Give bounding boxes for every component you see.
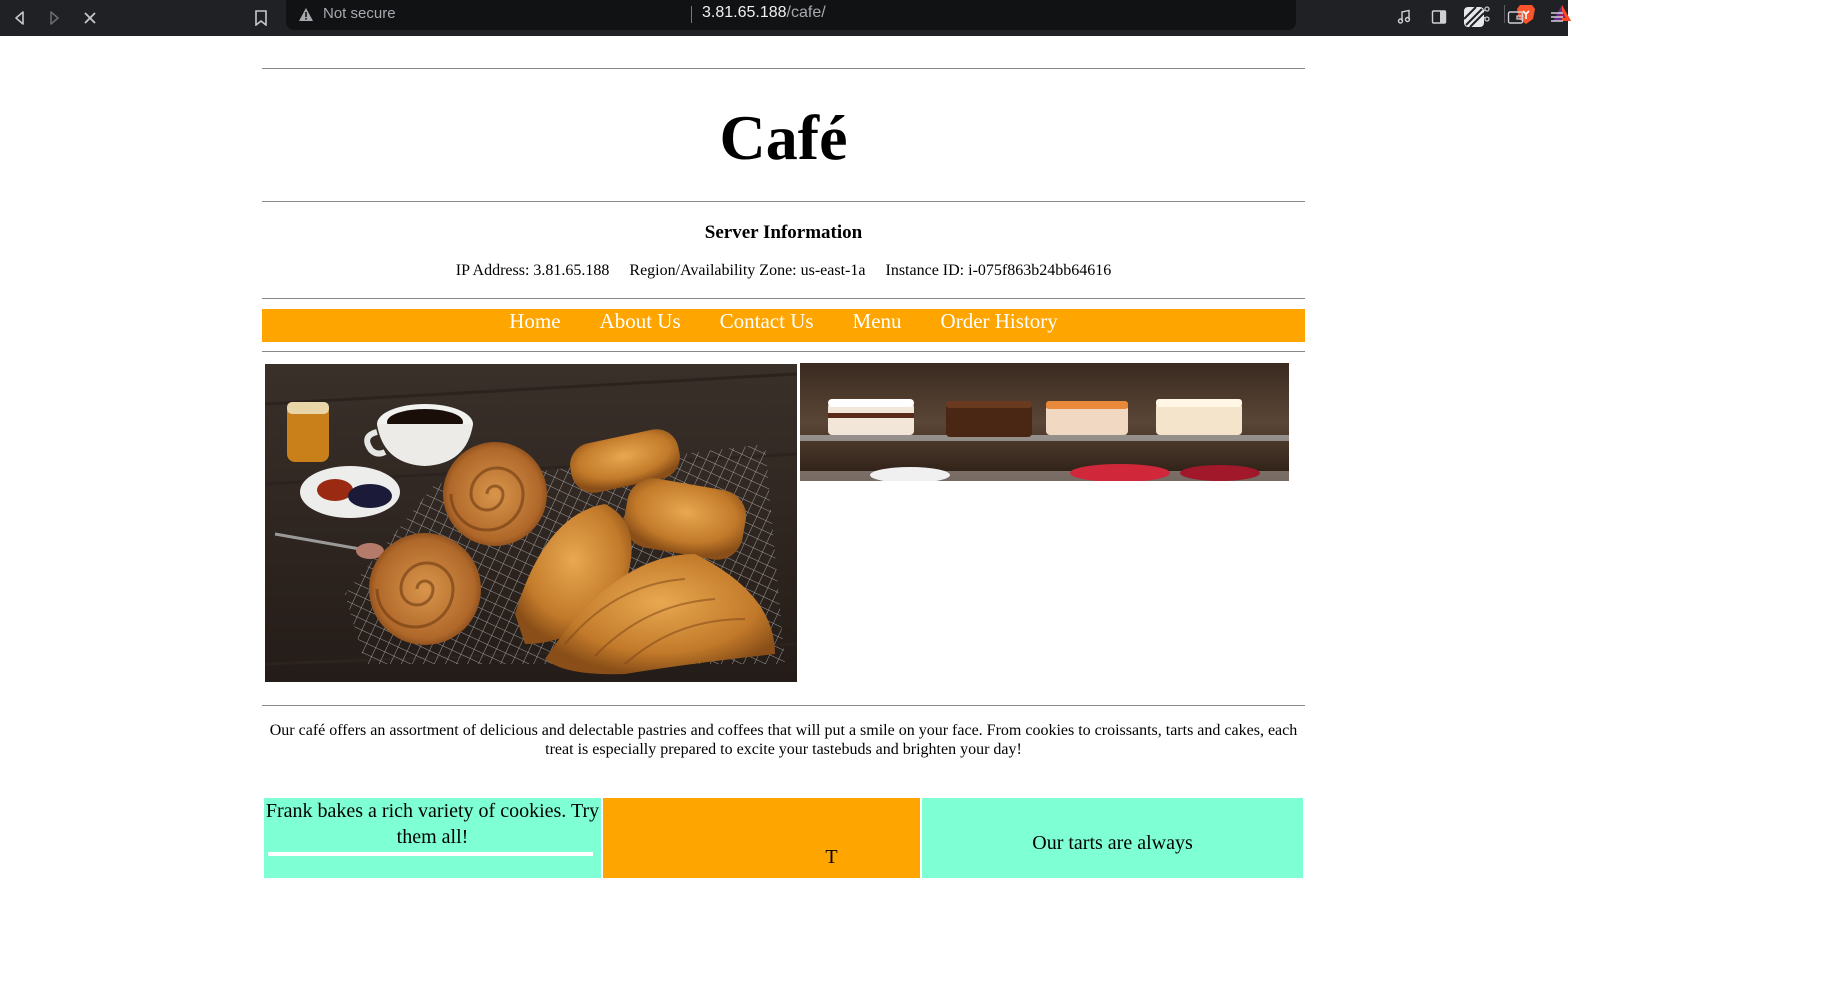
title-divider [262,201,1305,202]
bookmark-icon[interactable] [247,4,275,32]
wallet-icon[interactable] [1502,4,1528,30]
address-bar[interactable]: Not secure 3.81.65.188/cafe/ [286,0,1571,30]
nav-menu[interactable]: Menu [853,309,902,333]
back-icon[interactable] [6,4,34,32]
server-info-heading: Server Information [704,222,863,243]
pastries-coffee-image [265,364,797,682]
feature-cookies-text: Frank bakes a rich variety of cookies. T… [265,800,600,848]
nav-order-history[interactable]: Order History [941,309,1058,333]
feature-middle: T [603,798,920,878]
url-path: /cafe/ [786,4,826,21]
forward-icon[interactable] [40,4,68,32]
cookies-image-placeholder [268,852,593,856]
server-info-details: IP Address: 3.81.65.188 Region/Availabil… [455,262,1112,279]
nav-bottom-divider [262,351,1305,352]
media-icon[interactable] [1391,4,1417,30]
cake-display-image [800,363,1289,481]
address-divider [691,6,692,23]
extension-icon[interactable] [1461,4,1487,30]
security-label[interactable]: Not secure [323,5,396,22]
page-title: Café [719,102,848,173]
nav-contact-us[interactable]: Contact Us [720,309,814,333]
sidebar-icon[interactable] [1426,4,1452,30]
top-divider [262,68,1305,69]
url-text[interactable]: 3.81.65.188/cafe/ [702,4,826,22]
feature-tarts: Our tarts are always [922,798,1303,878]
stop-loading-icon[interactable] [76,4,104,32]
feature-middle-text: T [825,846,838,868]
nav-top-divider [262,298,1305,299]
warning-icon[interactable] [298,7,314,27]
intro-text: Our café offers an assortment of delicio… [269,722,1298,758]
menu-icon[interactable] [1544,4,1570,30]
feature-tarts-text: Our tarts are always [1032,832,1193,854]
nav-home[interactable]: Home [509,309,560,333]
url-host: 3.81.65.188 [702,4,787,21]
feature-cookies: Frank bakes a rich variety of cookies. T… [264,798,601,878]
main-nav: Home About Us Contact Us Menu Order Hist… [262,309,1305,342]
nav-about-us[interactable]: About Us [600,309,681,333]
browser-toolbar: Not secure 3.81.65.188/cafe/ [0,0,1571,36]
intro-divider [262,705,1305,706]
